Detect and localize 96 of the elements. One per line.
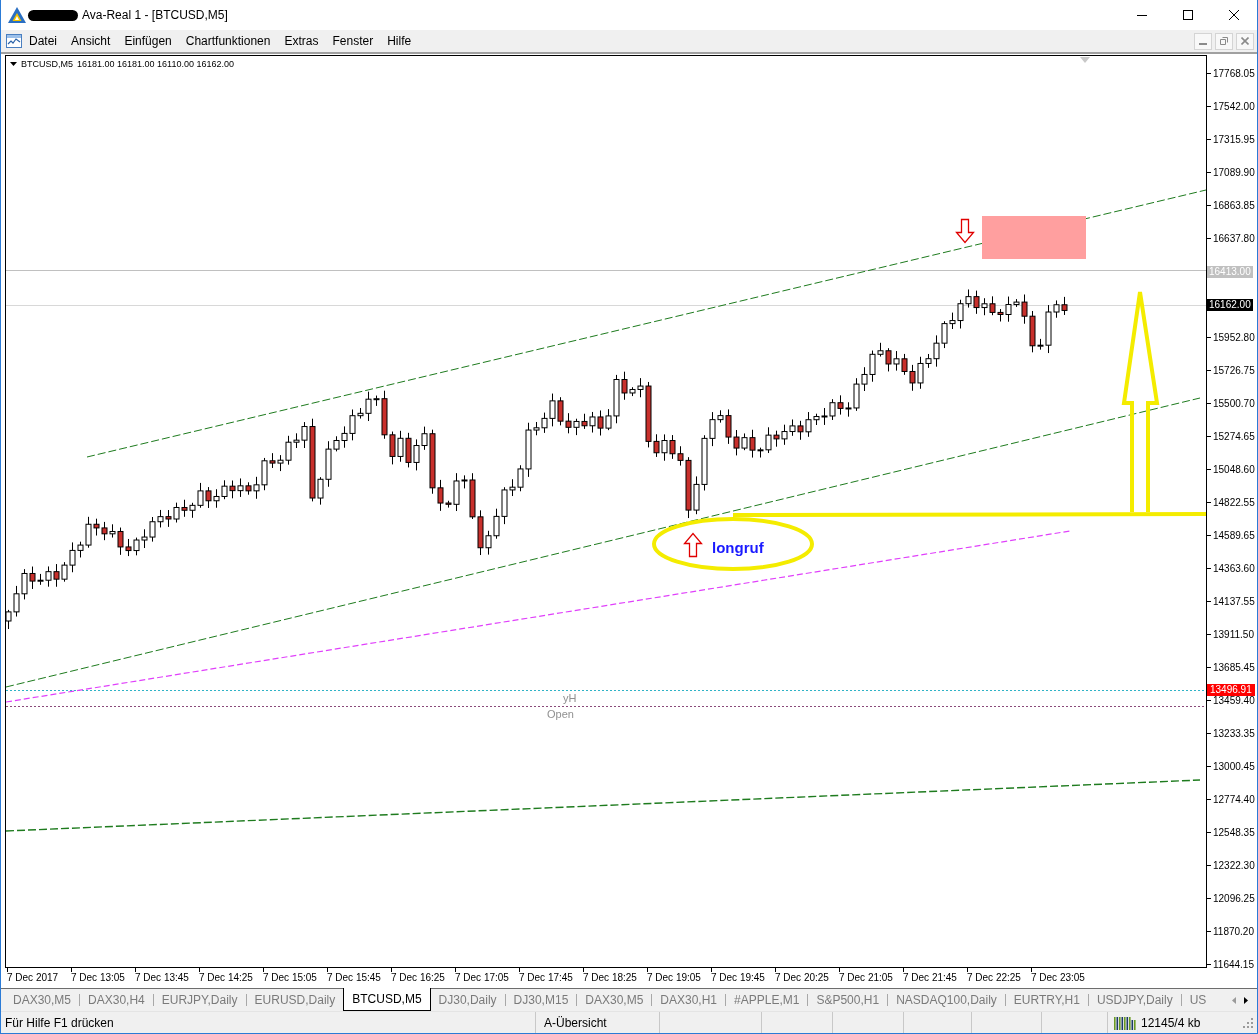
chart-tab[interactable]: US [1181, 989, 1215, 1011]
time-label: 7 Dec 19:05 [647, 972, 701, 984]
line-label: yH [563, 692, 577, 704]
price-label: 17315.95 [1213, 133, 1255, 146]
chart-tab[interactable]: DAX30,H4 [80, 989, 153, 1011]
minimize-icon [1137, 14, 1147, 16]
price-label: 12774.40 [1213, 793, 1255, 806]
price-label: 17542.00 [1213, 100, 1255, 113]
chart-tab[interactable]: USDJPY,Daily [1088, 989, 1181, 1011]
up-arrow-icon [683, 532, 703, 558]
traffic-text: 12145/4 kb [1141, 1015, 1201, 1030]
chart-symbol: BTCUSD,M5 [21, 59, 73, 69]
chart-tab[interactable]: #APPLE,M1 [726, 989, 808, 1011]
price-label: 11644.15 [1213, 958, 1254, 971]
menu-item[interactable]: Ansicht [64, 32, 118, 50]
ohlc-values: 16181.00 16181.00 16110.00 16162.00 [77, 59, 234, 69]
chart-tab[interactable]: EURJPY,Daily [153, 989, 246, 1011]
alert-price-marker: 13496.91 [1207, 684, 1255, 696]
price-label: 13685.45 [1213, 661, 1255, 674]
window-title: Ava-Real 1 - [BTCUSD,M5] [82, 8, 228, 22]
connection-bars-icon [1114, 1015, 1136, 1030]
time-label: 7 Dec 13:45 [135, 972, 189, 984]
time-label: 7 Dec 20:25 [775, 972, 829, 984]
price-label: 17089.90 [1213, 166, 1255, 179]
chart-tab[interactable]: DJ30,Daily [430, 989, 505, 1011]
price-label: 15048.60 [1213, 463, 1255, 476]
price-label: 11870.20 [1213, 925, 1254, 938]
mdi-close-button[interactable] [1236, 32, 1254, 50]
right-triangle-icon [1244, 996, 1248, 1004]
time-label: 7 Dec 17:45 [519, 972, 573, 984]
time-label: 7 Dec 15:45 [327, 972, 381, 984]
profile-name: A-Übersicht [544, 1015, 607, 1030]
help-text: Für Hilfe F1 drücken [5, 1015, 114, 1030]
annotation-text: longruf [712, 539, 764, 556]
close-icon [1229, 10, 1239, 20]
restore-icon [1220, 37, 1228, 45]
price-label: 13000.45 [1213, 760, 1255, 773]
price-label: 13459.40 [1213, 694, 1255, 707]
maximize-icon [1183, 10, 1193, 20]
chart-tab[interactable]: DAX30,M5 [5, 989, 80, 1011]
chart-tab[interactable]: DAX30,M5 [577, 989, 652, 1011]
price-label: 14822.55 [1213, 496, 1255, 509]
price-label: 15952.80 [1213, 331, 1255, 344]
chart-tab[interactable]: DJ30,M15 [505, 989, 577, 1011]
time-label: 7 Dec 16:25 [391, 972, 445, 984]
menu-item[interactable]: Datei [22, 32, 64, 50]
time-label: 7 Dec 21:45 [903, 972, 957, 984]
down-arrow-icon [955, 218, 975, 244]
menu-item[interactable]: Chartfunktionen [178, 32, 278, 50]
time-label: 7 Dec 19:45 [711, 972, 765, 984]
price-label: 15274.65 [1213, 430, 1255, 443]
time-label: 7 Dec 22:25 [967, 972, 1021, 984]
menu-item[interactable]: Extras [277, 32, 326, 50]
menu-item[interactable]: Einfügen [117, 32, 179, 50]
chart-tab[interactable]: BTCUSD,M5 [343, 988, 431, 1011]
app-logo-icon [8, 7, 26, 23]
price-label: 12548.35 [1213, 826, 1255, 839]
menu-item[interactable]: Fenster [325, 32, 381, 50]
price-label: 14589.65 [1213, 529, 1255, 542]
price-label: 14363.60 [1213, 562, 1255, 575]
price-label: 17768.05 [1213, 67, 1255, 80]
price-label: 16863.85 [1213, 199, 1255, 212]
menu-item[interactable]: Hilfe [380, 32, 419, 50]
redaction-mark [28, 9, 78, 21]
price-label: 16637.80 [1213, 232, 1255, 245]
chart-tab[interactable]: S&P500,H1 [808, 989, 888, 1011]
chart-tab[interactable]: NASDAQ100,Daily [888, 989, 1005, 1011]
time-label: 7 Dec 14:25 [199, 972, 253, 984]
triangle-icon[interactable] [1080, 57, 1090, 63]
chart-tab[interactable]: DAX30,H1 [652, 989, 726, 1011]
price-marker: 16413.00 [1207, 265, 1253, 278]
time-label: 7 Dec 18:25 [583, 972, 637, 984]
price-label: 12322.30 [1213, 859, 1255, 872]
price-marker: 16162.00 [1207, 298, 1253, 311]
time-label: 7 Dec 15:05 [263, 972, 317, 984]
time-label: 7 Dec 13:05 [71, 972, 125, 984]
mdi-minimize-button[interactable] [1194, 32, 1212, 50]
close-icon [1241, 37, 1249, 45]
mdi-restore-button[interactable] [1215, 32, 1233, 50]
line-label: Open [547, 708, 574, 720]
chart-tab[interactable]: EURUSD,Daily [246, 989, 344, 1011]
time-label: 7 Dec 23:05 [1031, 972, 1085, 984]
price-label: 15726.75 [1213, 364, 1255, 377]
price-label: 14137.55 [1213, 595, 1255, 608]
left-triangle-icon [1232, 996, 1236, 1004]
price-label: 13911.50 [1213, 628, 1254, 641]
chart-tab[interactable]: EURTRY,H1 [1005, 989, 1088, 1011]
time-label: 7 Dec 2017 [7, 972, 59, 984]
price-label: 12096.25 [1213, 892, 1255, 905]
resize-grip-icon [1243, 1017, 1253, 1028]
price-label: 13233.35 [1213, 727, 1255, 740]
time-label: 7 Dec 17:05 [455, 972, 509, 984]
chart-window-icon [6, 33, 22, 49]
dropdown-triangle-icon[interactable] [10, 62, 17, 66]
price-label: 15500.70 [1213, 397, 1255, 410]
time-label: 7 Dec 21:05 [839, 972, 893, 984]
